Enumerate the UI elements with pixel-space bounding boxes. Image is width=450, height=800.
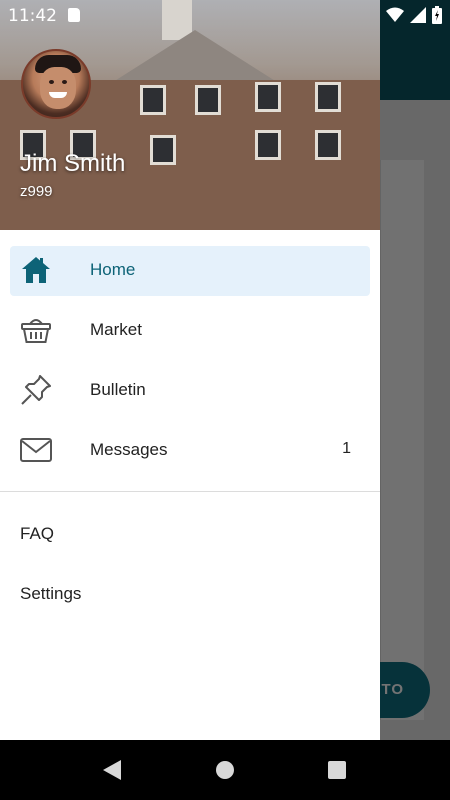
drawer-item-faq[interactable]: FAQ — [20, 524, 54, 544]
status-time: 11:42 — [8, 6, 57, 26]
home-button[interactable] — [216, 761, 234, 779]
drawer-item-bulletin[interactable]: Bulletin — [0, 360, 380, 420]
drawer-item-label: Market — [90, 320, 142, 339]
status-bar: 11:42 — [0, 0, 450, 30]
messages-count-badge: 1 — [342, 440, 351, 457]
signal-icon — [410, 7, 426, 23]
drawer-item-settings[interactable]: Settings — [20, 584, 81, 604]
drawer-item-label: Home — [90, 260, 136, 279]
battery-icon — [432, 6, 442, 24]
drawer-item-label: Messages — [90, 440, 168, 459]
navigation-drawer: Jim Smith z999 Home Market Bulletin Mess… — [0, 0, 380, 740]
user-avatar[interactable] — [21, 49, 91, 119]
back-button[interactable] — [103, 760, 121, 780]
drawer-item-home[interactable]: Home — [0, 240, 380, 300]
mail-icon — [20, 438, 52, 462]
drawer-item-market[interactable]: Market — [0, 300, 380, 360]
user-id: z999 — [20, 183, 53, 200]
drawer-menu: Home Market Bulletin Messages 1 — [0, 240, 380, 480]
wifi-icon — [386, 7, 404, 22]
basket-icon — [21, 319, 51, 343]
sd-card-icon — [68, 8, 80, 22]
pushpin-icon — [21, 375, 51, 405]
recents-button[interactable] — [328, 761, 346, 779]
drawer-item-label: Bulletin — [90, 380, 146, 399]
drawer-header: Jim Smith z999 — [0, 0, 380, 230]
user-name: Jim Smith — [20, 150, 126, 177]
drawer-divider — [0, 491, 380, 492]
drawer-item-messages[interactable]: Messages 1 — [0, 420, 380, 480]
home-icon — [22, 257, 50, 283]
